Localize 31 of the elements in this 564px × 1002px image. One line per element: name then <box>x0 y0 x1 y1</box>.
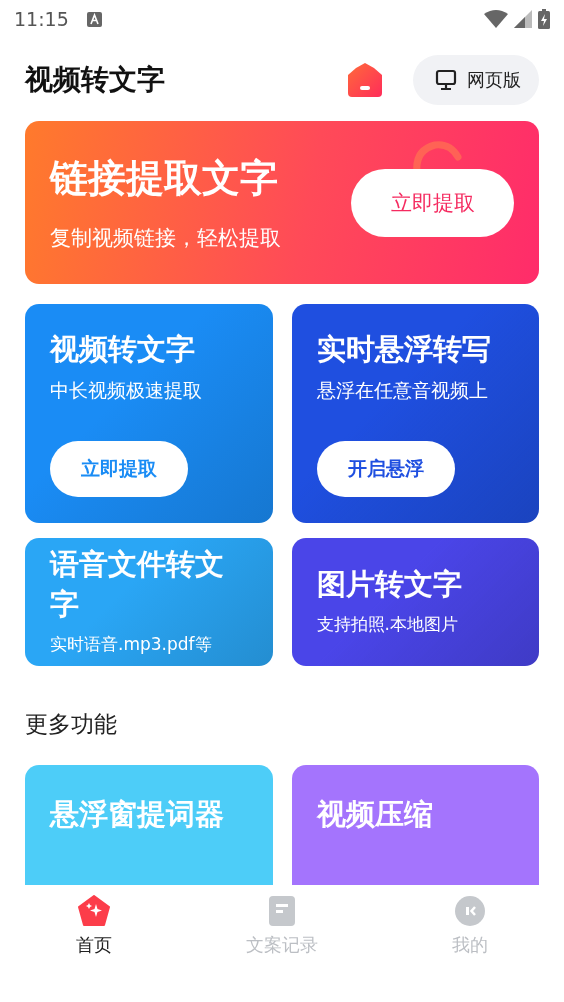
feature-card[interactable]: 实时悬浮转写 悬浮在任意音视频上 开启悬浮 <box>291 304 539 523</box>
card-title: 实时悬浮转写 <box>316 331 492 368</box>
card-button[interactable]: 立即提取 <box>50 441 188 497</box>
signal-icon <box>514 10 532 28</box>
card-subtitle: 中长视频极速提取 <box>50 378 203 403</box>
card-subtitle: 悬浮在任意音视频上 <box>316 378 489 403</box>
card-subtitle: 实时语音.mp3.pdf等 <box>50 632 213 656</box>
document-icon <box>268 895 296 927</box>
app-title: 视频转文字 <box>25 61 166 98</box>
card-title: 视频转文字 <box>50 331 196 368</box>
feature-card[interactable]: 视频转文字 中长视频极速提取 立即提取 <box>25 304 273 523</box>
status-time: 11:15 <box>14 8 69 30</box>
feature-card[interactable]: 语音文件转文字 实时语音.mp3.pdf等 <box>25 538 273 666</box>
wifi-icon <box>484 10 508 28</box>
extract-button[interactable]: 立即提取 <box>351 168 514 237</box>
nav-tab[interactable]: 首页 <box>0 885 188 1002</box>
hero-subtitle: 复制视频链接，轻松提取 <box>50 225 282 253</box>
feature-card[interactable]: 视频压缩 <box>291 765 539 885</box>
battery-icon <box>538 9 550 29</box>
sparkle-icon <box>78 895 110 927</box>
card-button[interactable]: 开启悬浮 <box>316 441 455 497</box>
card-title: 图片转文字 <box>316 565 463 603</box>
card-subtitle: 支持拍照.本地图片 <box>316 612 459 636</box>
feature-card[interactable]: 图片转文字 支持拍照.本地图片 <box>291 538 539 666</box>
section-heading: 更多功能 <box>25 710 118 739</box>
card-title: 语音文件转文字 <box>50 545 225 623</box>
keyboard-icon <box>86 11 102 27</box>
hero-card[interactable]: 链接提取文字 复制视频链接，轻松提取 立即提取 <box>25 121 539 284</box>
monitor-icon <box>435 68 457 91</box>
web-version-button[interactable]: 网页版 <box>413 54 539 105</box>
hero-title: 链接提取文字 <box>50 155 279 203</box>
